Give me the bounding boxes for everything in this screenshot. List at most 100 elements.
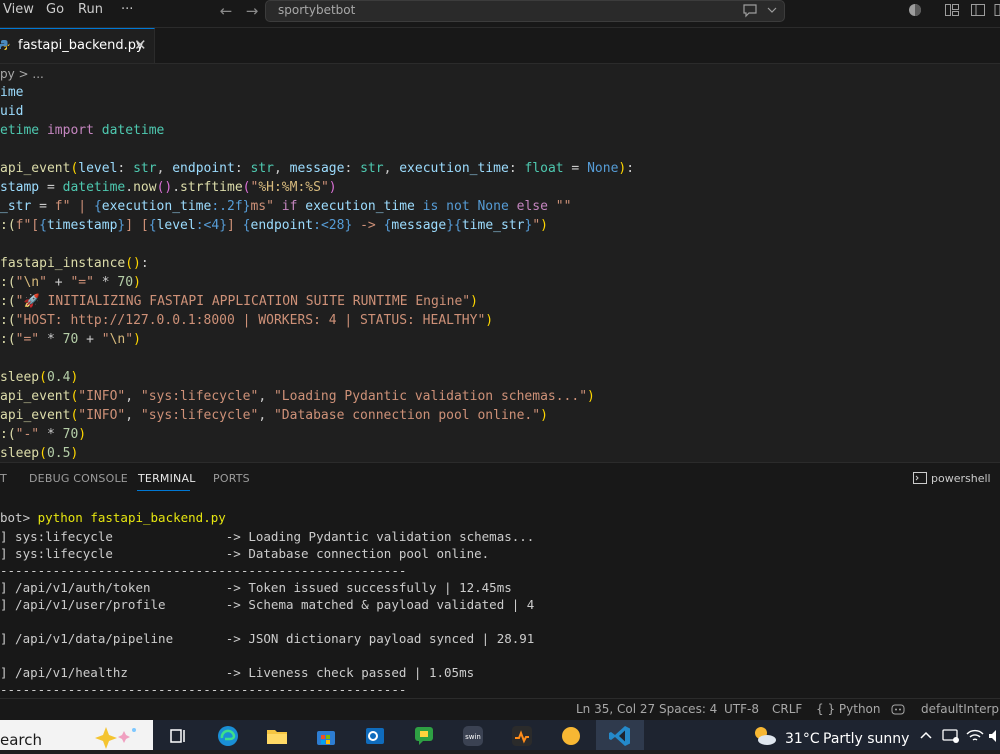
code-token: = [31,199,55,214]
code-token: "=" [70,275,94,290]
code-token: :( [0,275,16,290]
line-ending[interactable]: CRLF [772,702,802,716]
code-token: f" | [54,199,94,214]
code-token: %H:%M:%S [258,180,321,195]
code-token: ) [133,332,141,347]
code-token: time_str [461,218,525,233]
cursor-position[interactable]: Ln 35, Col 27 [576,702,655,716]
menu-run[interactable]: Run [78,0,103,27]
activity-app-icon[interactable] [510,724,534,748]
code-token: :( [0,218,16,233]
code-token: ) [70,370,79,385]
language-mode[interactable]: { } Python [816,702,881,716]
code-token: f"[ [15,218,40,233]
command-center-search[interactable]: sportybetbot [265,0,785,22]
terminal-line: ] /api/v1/auth/token -> Token issued suc… [0,580,512,595]
code-token: ( [39,446,47,461]
code-token: ) [540,218,548,233]
tab-ports[interactable]: PORTS [213,472,250,485]
microsoft-store-icon[interactable] [314,724,338,748]
code-token: sleep [0,370,40,385]
code-token: :( [0,427,16,442]
code-token: " [101,332,110,347]
outlook-icon[interactable] [363,724,387,748]
code-token: + [46,275,71,290]
code-token: str [250,161,274,176]
copilot-status-icon[interactable] [890,702,906,719]
wifi-icon[interactable] [966,728,990,752]
code-token: execution_time [399,161,509,176]
menu-go[interactable]: Go [46,0,64,27]
toggle-sidebar-icon[interactable] [944,2,960,18]
code-token: . [125,180,134,195]
swin-app-icon[interactable]: swin [461,724,485,748]
tab-output[interactable]: T [0,472,7,485]
tab-terminal[interactable]: TERMINAL [138,472,196,485]
file-explorer-icon[interactable] [265,724,289,748]
code-line: :("🚀 INITIALIZING FASTAPI APPLICATION SU… [0,292,478,311]
code-token: "" [555,199,572,214]
code-token: : [344,161,361,176]
editor-tab-bar: fastapi_backend.py ✕ [0,28,1000,64]
menu-more[interactable]: ··· [121,0,133,27]
breadcrumb[interactable]: py > ... [0,64,44,84]
code-token: "=" [15,332,40,347]
toggle-panel-icon[interactable] [970,2,986,18]
chat-icon[interactable] [742,2,758,22]
tab-fastapi-backend[interactable]: fastapi_backend.py ✕ [0,28,155,63]
code-line: :(f"[{timestamp}] [{level:<4}] {endpoint… [0,216,548,235]
code-token: ( [39,370,47,385]
copilot-icon[interactable] [907,2,923,18]
bottom-panel: T DEBUG CONSOLE TERMINAL PORTS powershel… [0,462,1000,699]
terminal-line: ----------------------------------------… [0,563,407,578]
code-line: :("=" * 70 + "\n") [0,330,141,349]
weather-description[interactable]: Partly sunny [823,731,909,747]
chevron-down-icon[interactable] [766,2,778,22]
windows-taskbar: earch swin 31°C Partly sunny [0,720,1000,750]
code-token: http://127.0.0.1:8000 [70,313,235,328]
code-token: _str [0,199,32,214]
code-token: ) [587,389,595,404]
code-token: :( [0,332,16,347]
code-token: execution_time [101,199,212,214]
tab-label: fastapi_backend.py [18,38,144,53]
chevron-up-icon[interactable] [918,728,942,752]
terminal-shell-selector[interactable]: powershell [913,472,991,485]
code-token: message [289,161,345,176]
task-view-icon[interactable] [166,724,190,748]
chat-app-icon[interactable] [412,724,436,748]
code-line: api_event("INFO", "sys:lifecycle", "Data… [0,406,548,425]
terminal-command: python fastapi_backend.py [37,510,226,525]
code-token: "Database connection pool online." [273,408,541,423]
code-token: ) [70,446,79,461]
code-token: ) [328,180,337,195]
tab-debug-console[interactable]: DEBUG CONSOLE [29,472,128,485]
edge-browser-icon[interactable] [216,724,240,748]
back-arrow-icon[interactable]: ← [217,3,235,21]
terminal-icon [913,472,927,484]
layout-icon[interactable] [994,2,1000,18]
weather-temperature[interactable]: 31°C [785,731,820,747]
code-line: stamp = datetime.now().strftime("%H:%M:%… [0,178,337,197]
taskbar-search-box[interactable]: earch [0,720,153,750]
code-token: -> [352,218,384,233]
volume-icon[interactable] [988,728,1000,752]
code-token: endpoint [172,161,235,176]
code-token: :.2f [211,199,243,214]
forward-arrow-icon[interactable]: → [243,3,261,21]
menu-view[interactable]: View [3,0,34,27]
terminal-line: ] sys:lifecycle -> Loading Pydantic vali… [0,529,535,544]
code-token: . [172,180,181,195]
weather-app-icon[interactable] [559,724,583,748]
system-tray-app-icon[interactable] [942,728,966,752]
code-editor[interactable]: ime uid etime import datetime api_event(lev… [0,83,1000,461]
close-icon[interactable]: ✕ [134,36,147,54]
python-interpreter[interactable]: defaultInterpre [921,702,1000,716]
indentation[interactable]: Spaces: 4 [659,702,717,716]
code-line: _str = f" | {execution_time:.2f}ms" if e… [0,197,571,216]
vscode-taskbar-icon[interactable] [596,720,644,750]
code-line: :("\n" + "=" * 70) [0,273,141,292]
svg-text:swin: swin [465,733,481,741]
code-token: " [532,218,541,233]
encoding[interactable]: UTF-8 [724,702,759,716]
